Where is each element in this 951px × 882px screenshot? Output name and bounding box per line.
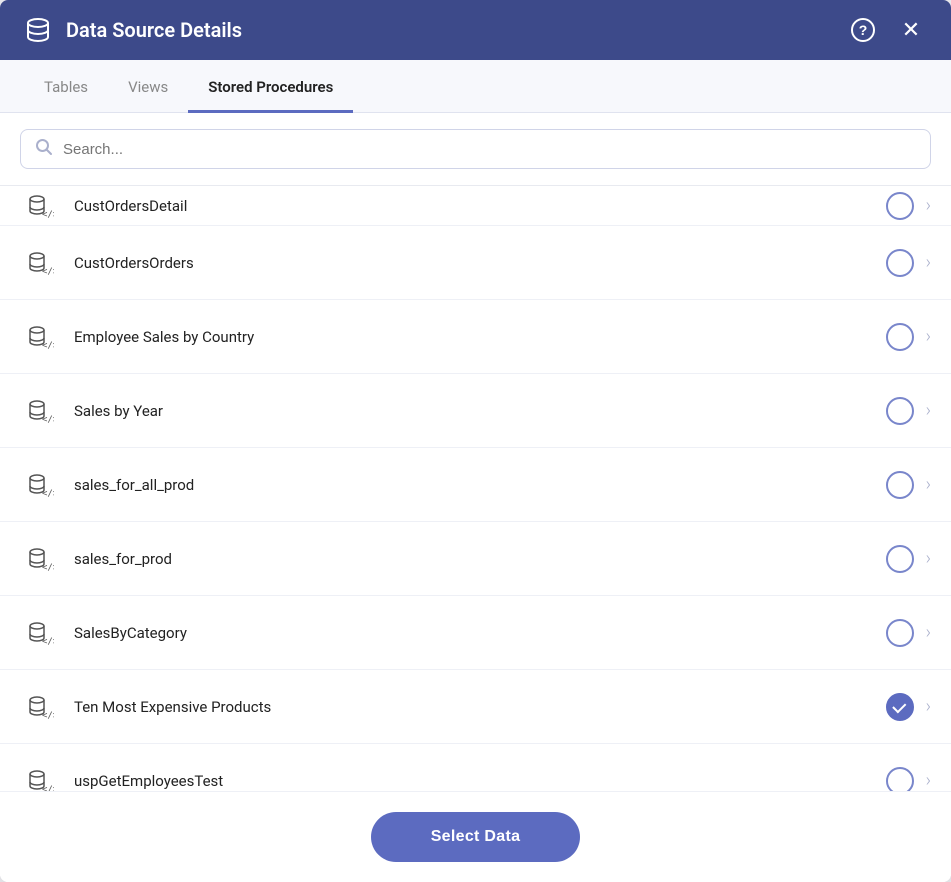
modal-title: Data Source Details bbox=[66, 18, 847, 42]
chevron-right-icon: › bbox=[926, 326, 931, 347]
svg-text:</>: </> bbox=[42, 489, 54, 499]
procedure-icon: </> bbox=[20, 466, 58, 504]
procedure-icon: </> bbox=[20, 614, 58, 652]
procedure-checkbox[interactable] bbox=[886, 545, 914, 573]
header-actions: ? ✕ bbox=[847, 14, 927, 46]
procedure-name: Employee Sales by Country bbox=[74, 328, 886, 346]
db-icon bbox=[24, 16, 52, 44]
procedure-icon: </> bbox=[20, 187, 58, 225]
svg-text:</>: </> bbox=[42, 637, 54, 647]
procedure-checkbox[interactable] bbox=[886, 249, 914, 277]
search-wrap bbox=[20, 129, 931, 169]
search-icon bbox=[35, 138, 53, 160]
chevron-right-icon: › bbox=[926, 400, 931, 421]
tab-views[interactable]: Views bbox=[108, 60, 188, 113]
svg-text:</>: </> bbox=[42, 210, 54, 220]
svg-text:</>: </> bbox=[42, 711, 54, 721]
modal-container: Data Source Details ? ✕ Tables Views Sto… bbox=[0, 0, 951, 882]
chevron-right-icon: › bbox=[926, 696, 931, 717]
list-item[interactable]: </> sales_for_all_prod › bbox=[0, 448, 951, 522]
list-item[interactable]: </> Ten Most Expensive Products › bbox=[0, 670, 951, 744]
list-item[interactable]: </> sales_for_prod › bbox=[0, 522, 951, 596]
procedure-checkbox[interactable] bbox=[886, 397, 914, 425]
procedure-icon: </> bbox=[20, 688, 58, 726]
procedure-name: CustOrdersDetail bbox=[74, 197, 886, 215]
chevron-right-icon: › bbox=[926, 474, 931, 495]
svg-text:</>: </> bbox=[42, 563, 54, 573]
procedure-icon: </> bbox=[20, 540, 58, 578]
procedures-list: </> CustOrdersDetail › </> CustOrdersOrd… bbox=[0, 186, 951, 791]
procedure-checkbox[interactable] bbox=[886, 767, 914, 792]
footer: Select Data bbox=[0, 791, 951, 882]
procedure-name: sales_for_all_prod bbox=[74, 476, 886, 494]
procedure-checkbox[interactable] bbox=[886, 471, 914, 499]
procedure-checkbox[interactable] bbox=[886, 192, 914, 220]
tab-tables[interactable]: Tables bbox=[24, 60, 108, 113]
procedure-name: SalesByCategory bbox=[74, 624, 886, 642]
procedure-name: Ten Most Expensive Products bbox=[74, 698, 886, 716]
svg-text:</>: </> bbox=[42, 415, 54, 425]
procedure-name: sales_for_prod bbox=[74, 550, 886, 568]
list-item[interactable]: </> CustOrdersDetail › bbox=[0, 186, 951, 226]
chevron-right-icon: › bbox=[926, 195, 931, 216]
list-item[interactable]: </> Employee Sales by Country › bbox=[0, 300, 951, 374]
list-item[interactable]: </> CustOrdersOrders › bbox=[0, 226, 951, 300]
help-button[interactable]: ? bbox=[847, 14, 879, 46]
chevron-right-icon: › bbox=[926, 770, 931, 791]
procedure-icon: </> bbox=[20, 318, 58, 356]
search-bar bbox=[0, 113, 951, 186]
svg-text:</>: </> bbox=[42, 341, 54, 351]
list-item[interactable]: </> SalesByCategory › bbox=[0, 596, 951, 670]
modal-header: Data Source Details ? ✕ bbox=[0, 0, 951, 60]
tab-stored-procedures[interactable]: Stored Procedures bbox=[188, 60, 353, 113]
close-button[interactable]: ✕ bbox=[895, 14, 927, 46]
tabs-bar: Tables Views Stored Procedures bbox=[0, 60, 951, 113]
help-icon: ? bbox=[851, 18, 875, 42]
procedure-icon: </> bbox=[20, 762, 58, 792]
list-item[interactable]: </> uspGetEmployeesTest › bbox=[0, 744, 951, 791]
chevron-right-icon: › bbox=[926, 548, 931, 569]
procedure-checkbox[interactable] bbox=[886, 693, 914, 721]
select-data-button[interactable]: Select Data bbox=[371, 812, 581, 862]
chevron-right-icon: › bbox=[926, 622, 931, 643]
search-input[interactable] bbox=[63, 141, 916, 158]
procedure-name: Sales by Year bbox=[74, 402, 886, 420]
procedure-checkbox[interactable] bbox=[886, 323, 914, 351]
procedure-name: uspGetEmployeesTest bbox=[74, 772, 886, 790]
chevron-right-icon: › bbox=[926, 252, 931, 273]
svg-text:</>: </> bbox=[42, 267, 54, 277]
procedure-name: CustOrdersOrders bbox=[74, 254, 886, 272]
procedure-icon: </> bbox=[20, 244, 58, 282]
procedure-checkbox[interactable] bbox=[886, 619, 914, 647]
procedure-icon: </> bbox=[20, 392, 58, 430]
list-item[interactable]: </> Sales by Year › bbox=[0, 374, 951, 448]
close-icon: ✕ bbox=[902, 17, 920, 43]
